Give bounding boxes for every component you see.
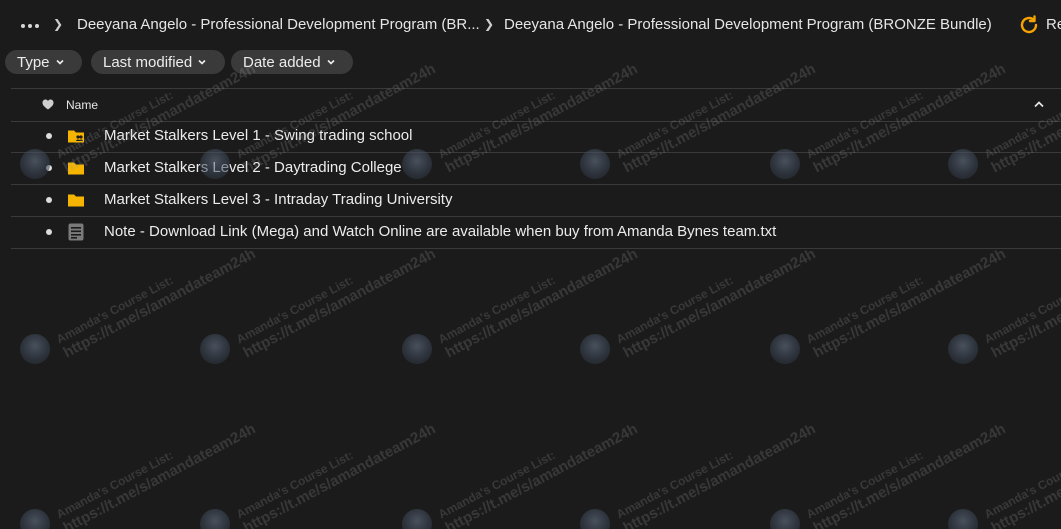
watermark: Amanda's Course List:https://t.me/s/aman… — [982, 233, 1061, 361]
watermark-line-1: Amanda's Course List: — [54, 447, 176, 522]
file-name: Market Stalkers Level 2 - Daytrading Col… — [104, 159, 402, 176]
text-file-icon — [68, 223, 84, 241]
folder-icon — [68, 194, 84, 207]
watermark-avatar — [20, 509, 50, 529]
watermark-line-1: Amanda's Course List: — [804, 447, 926, 522]
bullet-icon — [46, 133, 52, 139]
watermark-avatar — [770, 509, 800, 529]
file-name: Market Stalkers Level 1 - Swing trading … — [104, 127, 413, 144]
watermark-line-1: Amanda's Course List: — [982, 448, 1061, 522]
watermark-avatar — [948, 509, 978, 529]
watermark: Amanda's Course List:https://t.me/s/aman… — [234, 408, 438, 529]
chevron-down-icon — [198, 59, 206, 65]
watermark-line-2: https://t.me/s/amandateam24h — [240, 245, 439, 362]
watermark-line-1: Amanda's Course List: — [982, 273, 1061, 347]
watermark-line-1: Amanda's Course List: — [436, 447, 558, 522]
bullet-icon — [46, 197, 52, 203]
watermark: Amanda's Course List:https://t.me/s/aman… — [804, 233, 1008, 361]
table-header: Name — [11, 88, 1061, 122]
filter-type-label: Type — [17, 53, 50, 71]
filter-last-modified-label: Last modified — [103, 53, 193, 71]
filter-last-modified-button[interactable]: Last modified — [91, 50, 225, 74]
chevron-right-icon: ❯ — [53, 17, 64, 31]
refresh-label[interactable]: Re — [1046, 16, 1061, 33]
table-row[interactable]: Note - Download Link (Mega) and Watch On… — [11, 216, 1061, 249]
watermark-line-2: https://t.me/s/amandateam24h — [988, 420, 1061, 529]
watermark-line-2: https://t.me/s/amandateam24h — [620, 420, 819, 529]
filter-date-added-button[interactable]: Date added — [231, 50, 353, 74]
chevron-right-icon: ❯ — [484, 17, 495, 31]
folder-icon — [68, 162, 84, 175]
watermark: Amanda's Course List:https://t.me/s/aman… — [982, 408, 1061, 529]
shared-folder-icon — [68, 130, 84, 143]
watermark-avatar — [580, 334, 610, 364]
watermark-line-1: Amanda's Course List: — [54, 272, 176, 347]
watermark-line-2: https://t.me/s/amandateam24h — [620, 245, 819, 362]
watermark-avatar — [402, 334, 432, 364]
watermark-line-1: Amanda's Course List: — [804, 272, 926, 347]
filter-type-button[interactable]: Type — [5, 50, 82, 74]
watermark: Amanda's Course List:https://t.me/s/aman… — [804, 408, 1008, 529]
watermark-avatar — [20, 334, 50, 364]
breadcrumb: ❯ Deeyana Angelo - Professional Developm… — [0, 0, 1061, 50]
watermark-line-2: https://t.me/s/amandateam24h — [240, 420, 439, 529]
refresh-icon[interactable] — [1018, 14, 1040, 36]
file-name: Note - Download Link (Mega) and Watch On… — [104, 223, 777, 240]
column-header-name[interactable]: Name — [66, 98, 98, 112]
watermark-layer: Amanda's Course List: https://t.me/s/aman… — [0, 0, 1061, 529]
watermark-line-2: https://t.me/s/amandateam24h — [442, 420, 641, 529]
watermark-line-1: Amanda's Course List: — [614, 447, 736, 522]
table-row[interactable]: Market Stalkers Level 1 - Swing trading … — [11, 120, 1061, 153]
watermark-line-2: https://t.me/s/amandateam24h — [442, 245, 641, 362]
watermark-line-2: https://t.me/s/amandateam24h — [988, 245, 1061, 362]
watermark-line-1: Amanda's Course List: — [234, 447, 356, 522]
file-name: Market Stalkers Level 3 - Intraday Tradi… — [104, 191, 453, 208]
table-row[interactable]: Market Stalkers Level 3 - Intraday Tradi… — [11, 184, 1061, 217]
watermark: Amanda's Course List:https://t.me/s/aman… — [614, 408, 818, 529]
watermark-avatar — [580, 509, 610, 529]
bullet-icon — [46, 165, 52, 171]
watermark-line-1: Amanda's Course List: — [614, 272, 736, 347]
watermark-avatar — [948, 334, 978, 364]
breadcrumb-item-parent[interactable]: Deeyana Angelo - Professional Developmen… — [77, 16, 480, 33]
watermark-line-1: Amanda's Course List: — [436, 272, 558, 347]
watermark-avatar — [770, 334, 800, 364]
watermark-line-1: Amanda's Course List: — [234, 272, 356, 347]
heart-icon[interactable] — [42, 99, 54, 110]
chevron-down-icon — [327, 59, 335, 65]
watermark: Amanda's Course List:https://t.me/s/aman… — [436, 408, 640, 529]
breadcrumb-item-current[interactable]: Deeyana Angelo - Professional Developmen… — [504, 16, 992, 33]
watermark: Amanda's Course List:https://t.me/s/aman… — [54, 408, 258, 529]
bullet-icon — [46, 229, 52, 235]
chevron-down-icon — [55, 59, 64, 65]
watermark-line-2: https://t.me/s/amandateam24h — [810, 245, 1009, 362]
watermark-line-2: https://t.me/s/amandateam24h — [60, 245, 259, 362]
watermark: Amanda's Course List:https://t.me/s/aman… — [614, 233, 818, 361]
filter-date-added-label: Date added — [243, 53, 321, 71]
watermark: Amanda's Course List:https://t.me/s/aman… — [54, 233, 258, 361]
watermark: Amanda's Course List:https://t.me/s/aman… — [234, 233, 438, 361]
more-horizontal-icon[interactable] — [18, 14, 42, 38]
sort-ascending-icon[interactable] — [1034, 100, 1044, 108]
watermark: Amanda's Course List:https://t.me/s/aman… — [436, 233, 640, 361]
watermark-line-2: https://t.me/s/amandateam24h — [60, 420, 259, 529]
table-row[interactable]: Market Stalkers Level 2 - Daytrading Col… — [11, 152, 1061, 185]
watermark-avatar — [402, 509, 432, 529]
watermark-avatar — [200, 334, 230, 364]
watermark-line-2: https://t.me/s/amandateam24h — [810, 420, 1009, 529]
watermark-avatar — [200, 509, 230, 529]
